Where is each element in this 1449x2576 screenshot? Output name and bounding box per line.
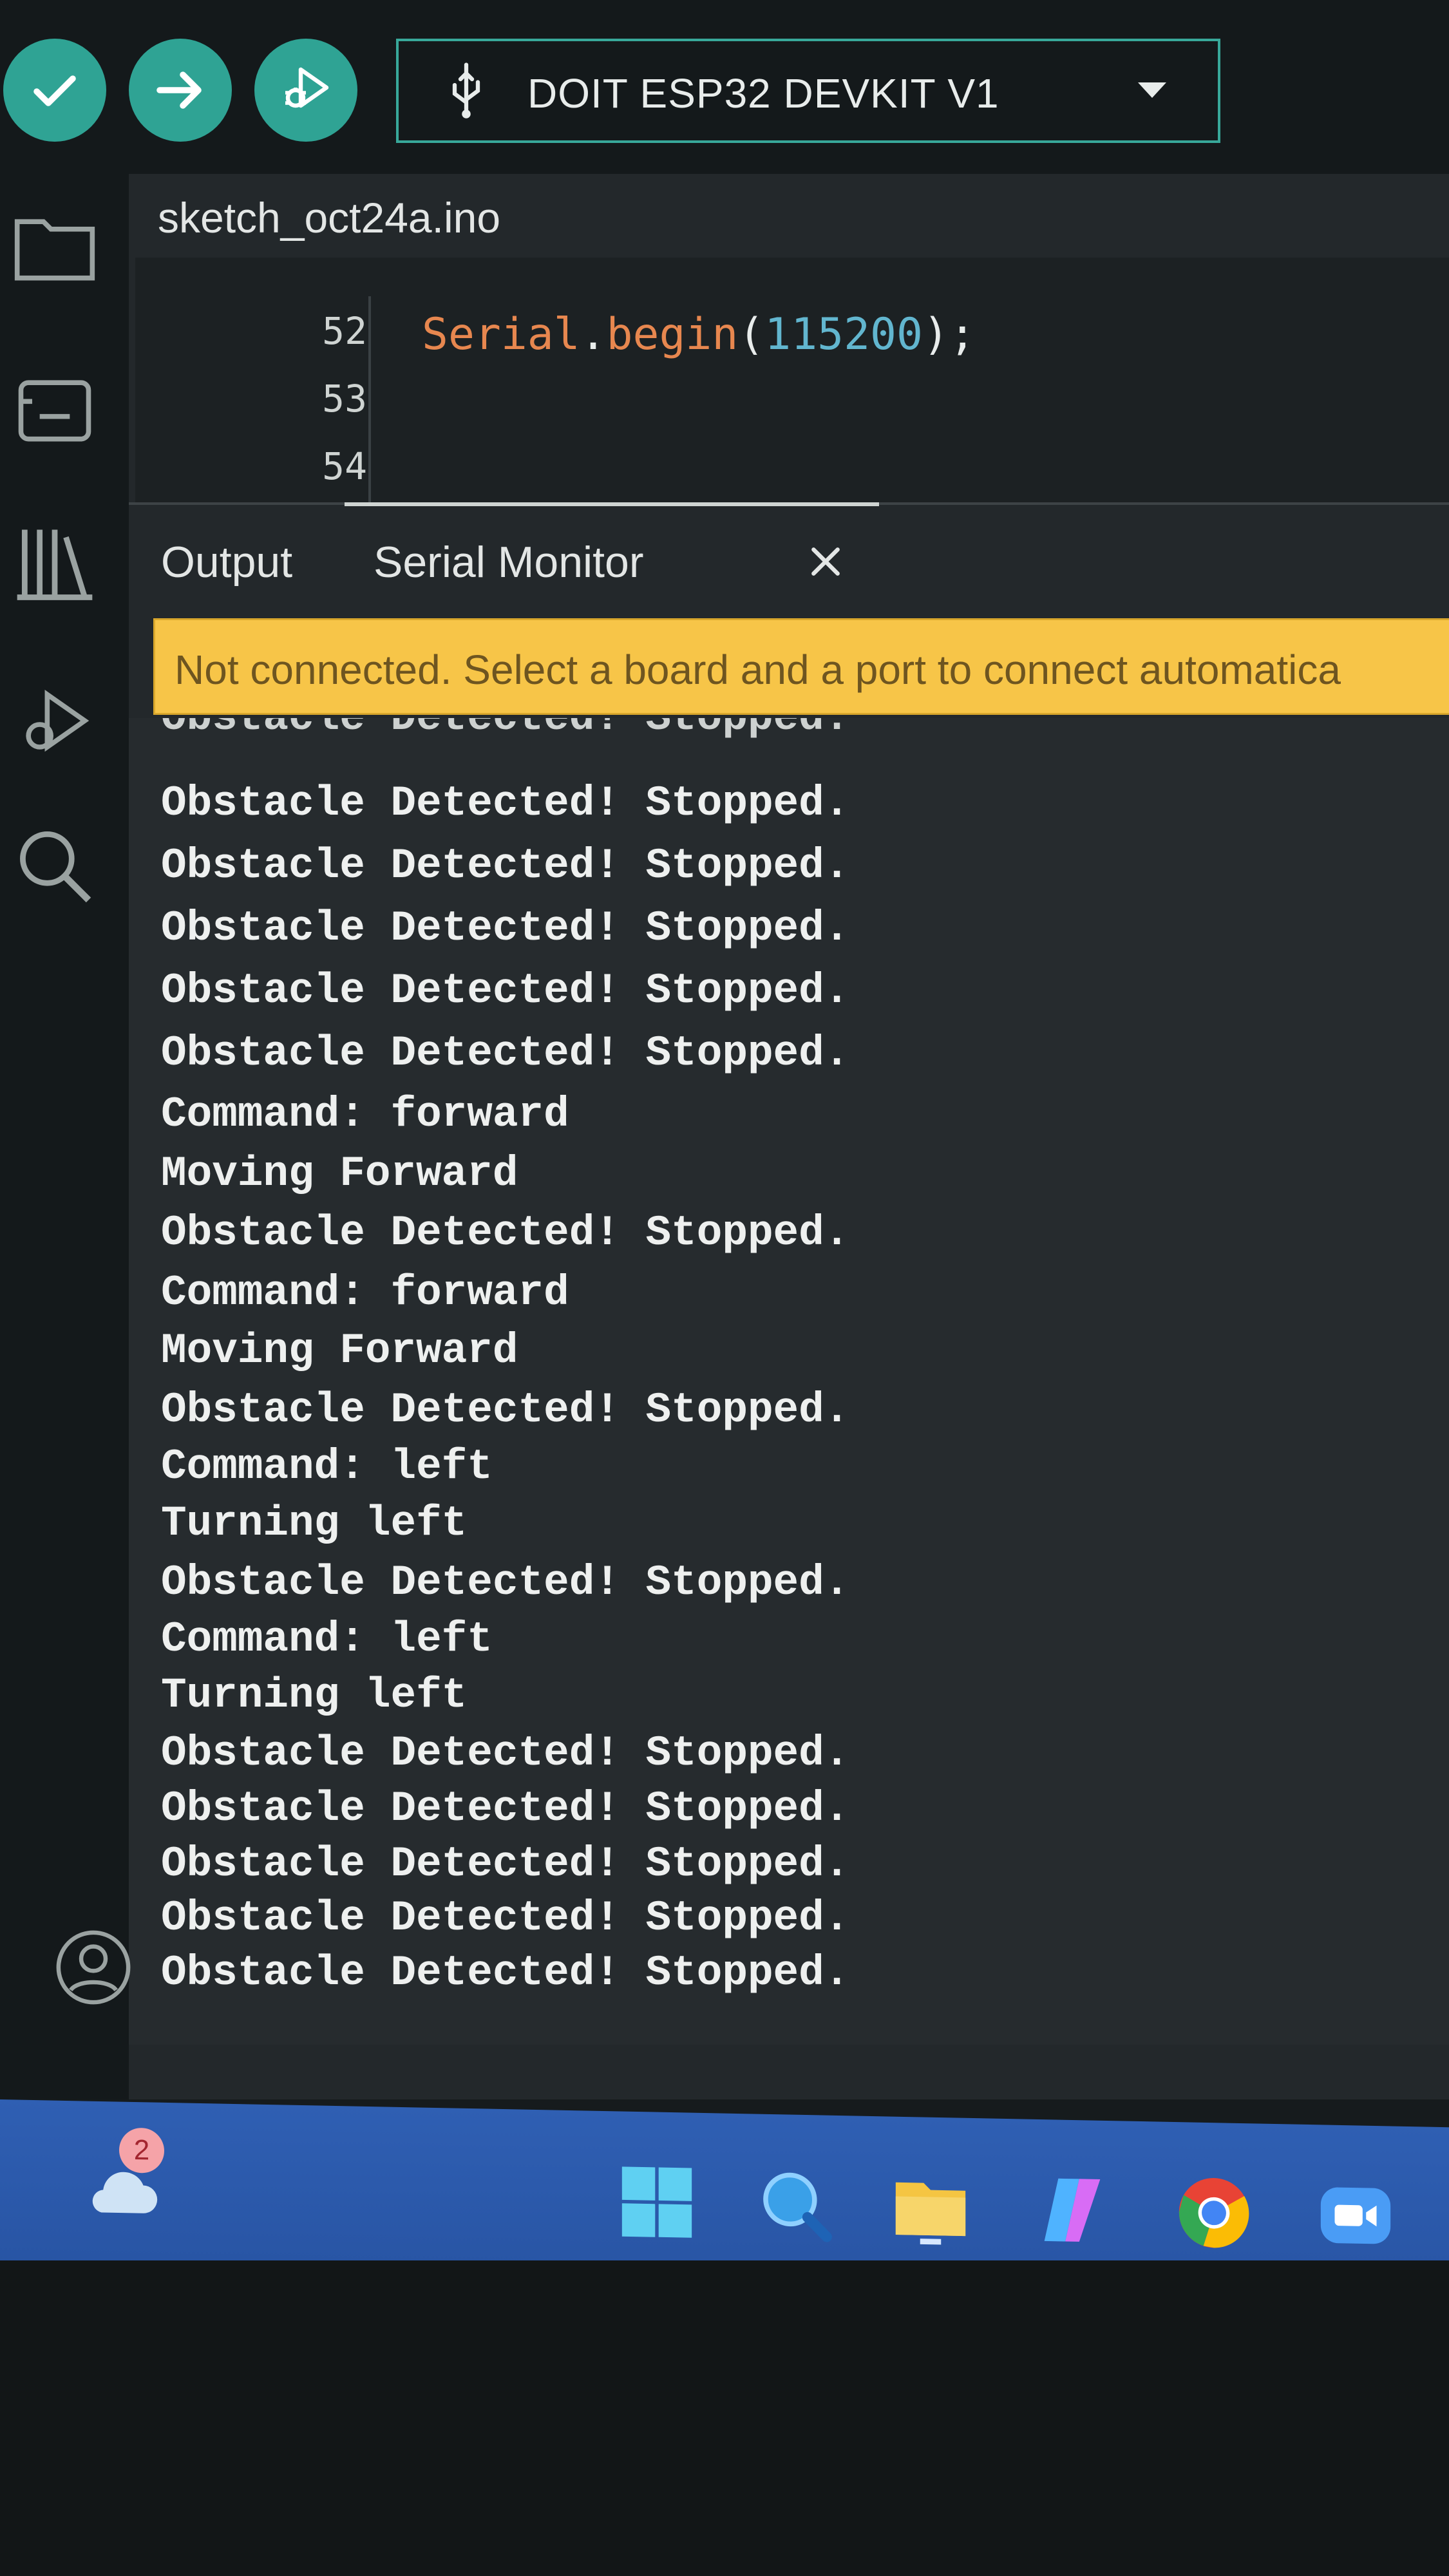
chevron-down-icon (1138, 82, 1166, 98)
code-method: begin (606, 309, 739, 360)
serial-monitor-output[interactable]: Obstacle Detected! Stopped. Obstacle Det… (129, 718, 1449, 2045)
serial-line: Obstacle Detected! Stopped. (161, 967, 850, 1015)
serial-line: Obstacle Detected! Stopped. (161, 1840, 850, 1888)
serial-line: Command: left (161, 1443, 493, 1491)
account-button[interactable] (52, 1926, 135, 2009)
taskbar-search-button[interactable] (750, 2159, 840, 2251)
tab-output[interactable]: Output (161, 537, 292, 587)
serial-line: Obstacle Detected! Stopped. (161, 1558, 850, 1607)
search-icon (763, 2172, 832, 2242)
gutter-divider (368, 296, 371, 502)
account-icon (56, 1930, 131, 2005)
windows-start-icon (621, 2166, 692, 2238)
start-button[interactable] (612, 2156, 702, 2248)
library-manager-button[interactable] (6, 515, 103, 612)
code-dot: . (580, 309, 607, 360)
close-icon (811, 547, 840, 576)
serial-line: Obstacle Detected! Stopped. (161, 1386, 850, 1434)
notification-badge: 2 (119, 2127, 164, 2174)
code-line: Serial.begin(115200); (422, 309, 976, 360)
search-icon (20, 831, 91, 903)
debug-icon (285, 67, 329, 108)
search-button[interactable] (6, 818, 103, 914)
verify-button[interactable] (3, 39, 106, 142)
serial-line: Obstacle Detected! Stopped. (161, 1894, 850, 1942)
tab-serial-monitor[interactable]: Serial Monitor (374, 537, 644, 587)
serial-line: Turning left (161, 1671, 468, 1719)
serial-line: Moving Forward (161, 1150, 518, 1198)
serial-line: Obstacle Detected! Stopped. (161, 904, 850, 952)
toolbar: DOIT ESP32 DEVKIT V1 (0, 0, 1449, 174)
serial-line: Obstacle Detected! Stopped. (161, 1949, 850, 1997)
code-number: 115200 (764, 309, 923, 360)
zoom-button[interactable] (1311, 2170, 1401, 2262)
bottom-panel-tabs: Output Serial Monitor (129, 502, 1449, 621)
copilot-button[interactable] (1027, 2164, 1117, 2257)
debug-icon (26, 690, 90, 752)
debug-panel-button[interactable] (6, 676, 103, 773)
line-number: 54 (322, 444, 367, 488)
copilot-icon (1044, 2178, 1101, 2242)
code-close: ); (922, 309, 976, 360)
connection-warning: Not connected. Select a board and a port… (153, 618, 1449, 715)
serial-line: Obstacle Detected! Stopped. (161, 718, 849, 742)
file-explorer-icon (895, 2182, 966, 2245)
upload-button[interactable] (129, 39, 232, 142)
serial-line: Turning left (161, 1499, 468, 1548)
zoom-icon (1320, 2187, 1391, 2244)
serial-line: Obstacle Detected! Stopped. (161, 842, 850, 890)
check-icon (33, 75, 76, 106)
board-manager-button[interactable] (6, 361, 103, 457)
code-object: Serial (422, 309, 580, 360)
code-open-paren: ( (738, 309, 765, 360)
sidebar (0, 174, 129, 2099)
file-explorer-button[interactable] (886, 2161, 976, 2253)
code-editor[interactable]: 52 53 54 Serial.begin(115200); (135, 258, 1449, 502)
usb-icon (452, 62, 480, 118)
active-tab-indicator (345, 502, 879, 506)
line-number: 53 (322, 377, 367, 421)
line-number: 52 (322, 309, 367, 353)
close-tab-button[interactable] (805, 541, 850, 586)
board-name: DOIT ESP32 DEVKIT V1 (527, 70, 999, 117)
debug-button[interactable] (254, 39, 357, 142)
desk-background (0, 2260, 1449, 2576)
board-manager-icon (18, 380, 91, 442)
board-selector[interactable]: DOIT ESP32 DEVKIT V1 (396, 39, 1220, 143)
serial-line: Obstacle Detected! Stopped. (161, 1209, 850, 1257)
arrow-right-icon (156, 71, 202, 109)
serial-line: Obstacle Detected! Stopped. (161, 1785, 850, 1833)
serial-line: Obstacle Detected! Stopped. (161, 1729, 850, 1777)
sketchbook-button[interactable] (6, 200, 103, 296)
serial-line: Moving Forward (161, 1327, 518, 1375)
folder-icon (14, 219, 95, 281)
line-number-gutter: 52 53 54 (135, 258, 367, 502)
serial-line: Command: forward (161, 1090, 569, 1139)
chrome-icon (1179, 2178, 1249, 2248)
serial-line: Command: forward (161, 1269, 569, 1317)
serial-line: Obstacle Detected! Stopped. (161, 779, 850, 828)
connection-warning-text: Not connected. Select a board and a port… (175, 647, 1341, 693)
arduino-ide-window: DOIT ESP32 DEVKIT V1 sketch_oct24a.ino 5… (0, 0, 1449, 2099)
library-icon (17, 529, 93, 600)
serial-line: Obstacle Detected! Stopped. (161, 1029, 850, 1077)
serial-line: Command: left (161, 1615, 493, 1663)
chrome-button[interactable] (1169, 2167, 1259, 2259)
file-tab[interactable]: sketch_oct24a.ino (158, 193, 500, 242)
